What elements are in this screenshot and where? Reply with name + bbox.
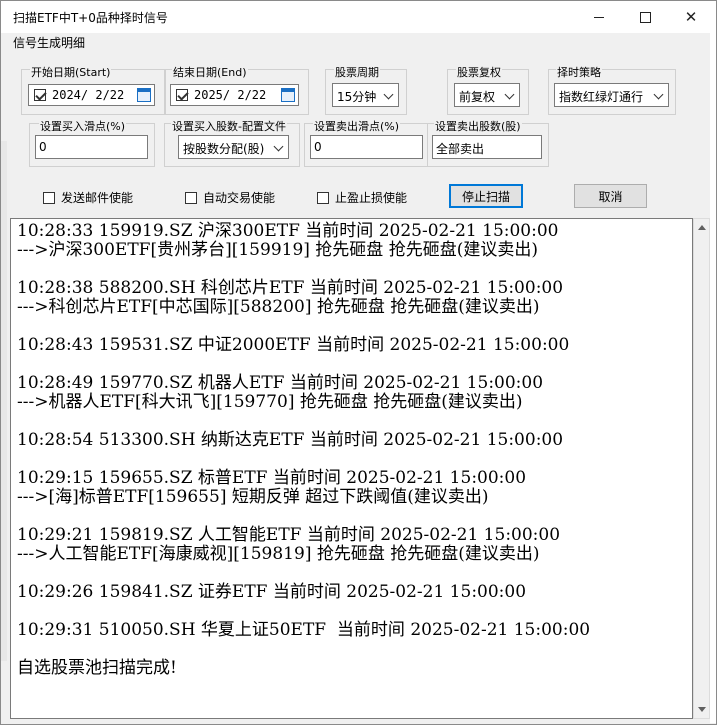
close-button[interactable]: ✕ <box>668 1 714 33</box>
sell-shares-input[interactable]: 全部卖出 <box>432 135 542 159</box>
scroll-up-icon[interactable] <box>698 225 706 230</box>
sell-slippage-label: 设置卖出滑点(%) <box>313 118 401 134</box>
timing-strategy-value: 指数红绿灯通行 <box>559 90 644 104</box>
end-date-group: 结束日期(End) 2025/ 2/22 <box>165 64 309 115</box>
auto-trade-checkbox[interactable] <box>185 191 197 204</box>
vertical-scrollbar[interactable] <box>693 218 710 719</box>
log-textarea[interactable]: 10:28:33 159919.SZ 沪深300ETF 当前时间 2025-02… <box>10 218 693 719</box>
chevron-down-icon <box>273 141 284 152</box>
sell-shares-label: 设置卖出股数(股) <box>434 118 522 134</box>
log-line: 10:28:43 159531.SZ 中证2000ETF 当前时间 2025-0… <box>17 335 570 355</box>
stop-profit-loss-toggle[interactable]: 止盈止损使能 <box>317 189 407 206</box>
timing-strategy-label: 择时策略 <box>556 64 602 80</box>
auto-trade-toggle[interactable]: 自动交易使能 <box>185 189 275 206</box>
title-bar[interactable]: 扫描ETF中T+0品种择时信号 ✕ <box>1 1 716 33</box>
sell-slippage-group: 设置卖出滑点(%) 0 <box>304 118 430 167</box>
minimize-icon <box>594 16 604 18</box>
buy-slippage-input[interactable]: 0 <box>35 135 148 159</box>
log-line: 10:28:54 513300.SH 纳斯达克ETF 当前时间 2025-02-… <box>17 430 564 450</box>
log-line: 10:28:33 159919.SZ 沪深300ETF 当前时间 2025-02… <box>17 221 559 241</box>
minimize-button[interactable] <box>576 1 622 33</box>
log-line: 10:29:15 159655.SZ 标普ETF 当前时间 2025-02-21… <box>17 468 527 488</box>
email-checkbox[interactable] <box>43 191 55 204</box>
log-line: --->人工智能ETF[海康威视][159819] 抢先砸盘 抢先砸盘(建议卖出… <box>17 544 540 564</box>
start-date-label: 开始日期(Start) <box>30 64 112 80</box>
email-label: 发送邮件使能 <box>61 191 134 205</box>
chevron-down-icon <box>504 89 515 100</box>
end-date-checkbox[interactable] <box>176 89 188 101</box>
buy-shares-label: 设置买入股数-配置文件 <box>171 118 287 134</box>
buy-slippage-label: 设置买入滑点(%) <box>39 118 127 134</box>
stock-period-group: 股票周期 15分钟 <box>325 64 407 115</box>
end-date-picker[interactable]: 2025/ 2/22 <box>170 84 299 106</box>
email-toggle[interactable]: 发送邮件使能 <box>43 189 133 206</box>
right-edge <box>710 33 716 723</box>
stock-adjust-label: 股票复权 <box>456 64 502 80</box>
log-line: 自选股票池扫描完成! <box>17 658 177 678</box>
timing-strategy-select[interactable]: 指数红绿灯通行 <box>554 83 669 107</box>
stop-scan-button[interactable]: 停止扫描 <box>449 184 523 208</box>
log-line: 10:28:38 588200.SH 科创芯片ETF 当前时间 2025-02-… <box>17 278 564 298</box>
stock-adjust-select[interactable]: 前复权 <box>454 83 520 107</box>
window-title: 扫描ETF中T+0品种择时信号 <box>13 11 168 25</box>
buy-shares-value: 按股数分配(股) <box>183 142 265 156</box>
start-date-group: 开始日期(Start) 2024/ 2/22 <box>21 64 165 115</box>
chevron-down-icon <box>653 89 664 100</box>
buy-slippage-group: 设置买入滑点(%) 0 <box>29 118 155 167</box>
scroll-down-icon[interactable] <box>698 707 706 712</box>
close-icon: ✕ <box>684 8 698 26</box>
stop-profit-loss-checkbox[interactable] <box>317 191 329 204</box>
log-line: 10:29:21 159819.SZ 人工智能ETF 当前时间 2025-02-… <box>17 525 561 545</box>
calendar-icon[interactable] <box>137 88 151 102</box>
log-lines: 10:28:33 159919.SZ 沪深300ETF 当前时间 2025-02… <box>17 222 692 678</box>
group-title: 信号生成明细 <box>13 36 86 50</box>
left-edge <box>1 141 7 661</box>
stock-adjust-value: 前复权 <box>459 90 496 104</box>
log-line: --->沪深300ETF[贵州茅台][159919] 抢先砸盘 抢先砸盘(建议卖… <box>17 240 538 260</box>
end-date-label: 结束日期(End) <box>172 64 248 80</box>
stock-period-select[interactable]: 15分钟 <box>332 83 399 107</box>
calendar-icon[interactable] <box>281 88 295 102</box>
stock-period-label: 股票周期 <box>334 64 380 80</box>
main-window: 扫描ETF中T+0品种择时信号 ✕ 信号生成明细 开始日期(Start) 202… <box>0 0 717 725</box>
log-line: --->科创芯片ETF[中芯国际][588200] 抢先砸盘 抢先砸盘(建议卖出… <box>17 297 540 317</box>
stock-adjust-group: 股票复权 前复权 <box>447 64 529 115</box>
log-line: 10:28:49 159770.SZ 机器人ETF 当前时间 2025-02-2… <box>17 373 544 393</box>
buy-shares-group: 设置买入股数-配置文件 按股数分配(股) <box>164 118 300 167</box>
timing-strategy-group: 择时策略 指数红绿灯通行 <box>548 64 676 115</box>
log-line: --->[海]标普ETF[159655] 短期反弹 超过下跌阈值(建议卖出) <box>17 487 489 507</box>
start-date-picker[interactable]: 2024/ 2/22 <box>28 84 155 106</box>
stop-profit-loss-label: 止盈止损使能 <box>335 191 408 205</box>
end-date-value: 2025/ 2/22 <box>194 88 267 102</box>
log-line: --->机器人ETF[科大讯飞][159770] 抢先砸盘 抢先砸盘(建议卖出) <box>17 392 523 412</box>
buy-shares-select[interactable]: 按股数分配(股) <box>178 135 289 159</box>
log-line: 10:29:26 159841.SZ 证券ETF 当前时间 2025-02-21… <box>17 582 527 602</box>
maximize-button[interactable] <box>622 1 668 33</box>
cancel-button[interactable]: 取消 <box>574 184 647 208</box>
start-date-value: 2024/ 2/22 <box>52 88 125 102</box>
chevron-down-icon <box>383 89 394 100</box>
start-date-checkbox[interactable] <box>34 89 46 101</box>
auto-trade-label: 自动交易使能 <box>203 191 276 205</box>
log-line: 10:29:31 510050.SH 华夏上证50ETF 当前时间 2025-0… <box>17 620 591 640</box>
sell-slippage-input[interactable]: 0 <box>310 135 423 159</box>
stock-period-value: 15分钟 <box>337 90 377 104</box>
maximize-icon <box>639 11 651 23</box>
sell-shares-group: 设置卖出股数(股) 全部卖出 <box>427 118 549 167</box>
